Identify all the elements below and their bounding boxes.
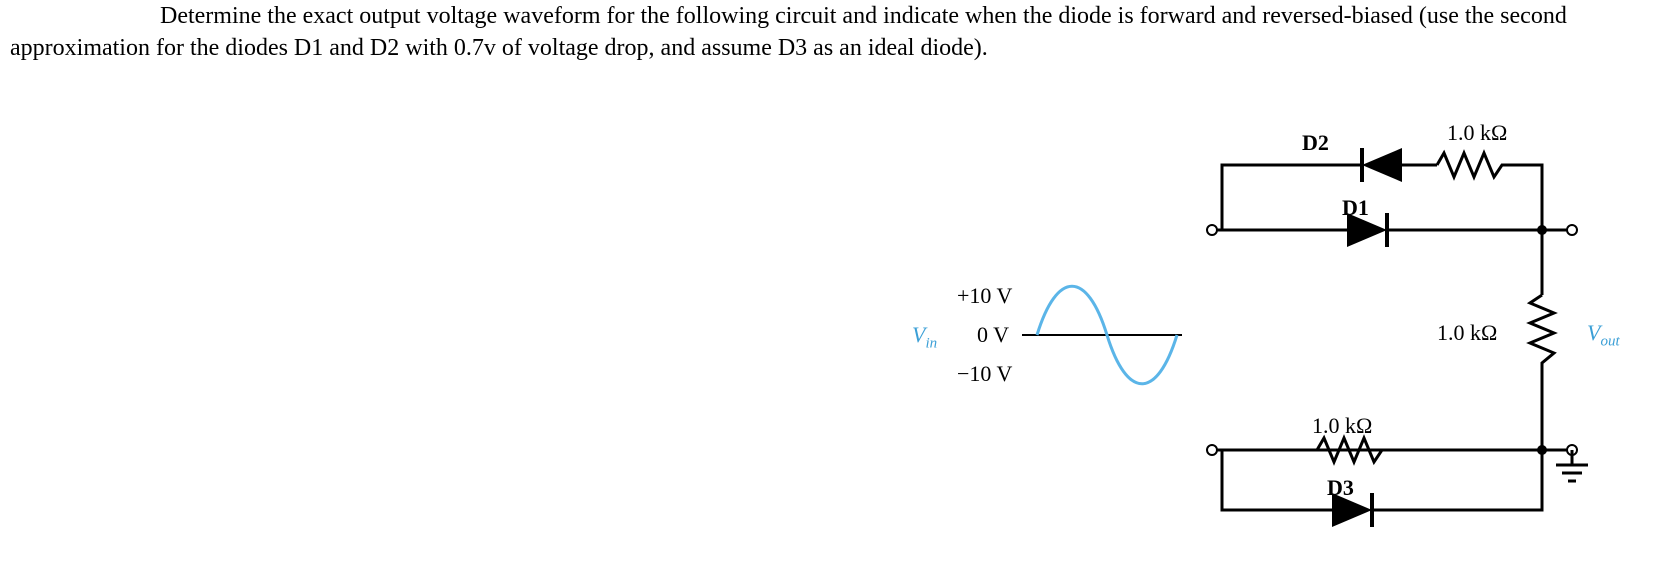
node-top-right [1537,225,1547,235]
circuit-diagram: D2 D1 D3 1.0 kΩ 1.0 kΩ 1.0 kΩ +10 V 0 V … [842,115,1642,545]
label-r-out: 1.0 kΩ [1437,320,1497,346]
label-d1: D1 [1342,195,1369,221]
label-vin-bot: −10 V [957,361,1012,387]
label-r-bottom: 1.0 kΩ [1312,413,1372,439]
label-vin: Vin [912,322,937,352]
label-d2: D2 [1302,130,1329,156]
terminal-out-top [1567,225,1577,235]
problem-text: Determine the exact output voltage wavef… [10,3,1567,61]
label-vin-top: +10 V [957,283,1012,309]
label-r-top: 1.0 kΩ [1447,120,1507,146]
diode-d2 [1337,148,1402,182]
ground-symbol [1556,450,1588,481]
problem-statement: Determine the exact output voltage wavef… [0,0,1672,65]
terminal-in-top [1207,225,1217,235]
resistor-top [1437,153,1507,177]
circuit-svg [842,115,1642,545]
resistor-output [1530,295,1554,375]
label-vin-mid: 0 V [977,322,1009,348]
label-d3: D3 [1327,475,1354,501]
input-waveform [1022,286,1182,384]
terminal-in-bottom [1207,445,1217,455]
node-bottom-right [1537,445,1547,455]
label-vout: Vout [1587,320,1620,350]
